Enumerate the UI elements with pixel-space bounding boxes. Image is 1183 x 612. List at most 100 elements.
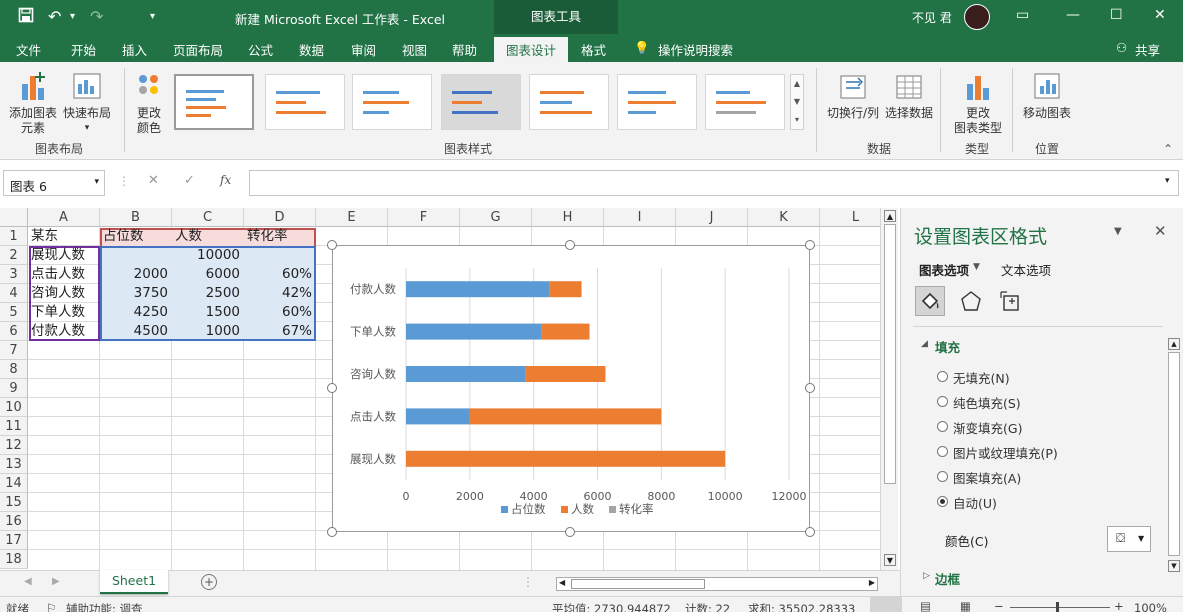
resize-handle-br[interactable]: [805, 527, 815, 537]
tell-me-search[interactable]: 操作说明搜索: [658, 40, 733, 59]
label-picture-fill[interactable]: 图片或纹理填充(P): [953, 443, 1058, 462]
row-header[interactable]: 12: [0, 436, 28, 455]
save-icon[interactable]: [18, 7, 34, 27]
tab-insert[interactable]: 插入: [122, 40, 147, 59]
accessibility-icon[interactable]: ⚐: [46, 601, 56, 612]
cell-d1[interactable]: 转化率: [245, 227, 315, 246]
user-name[interactable]: 不见 君: [912, 9, 952, 26]
cell-a2[interactable]: 展现人数: [29, 246, 99, 265]
scroll-right-icon[interactable]: ▶: [869, 578, 875, 587]
cell-c3[interactable]: 6000: [173, 265, 243, 284]
zoom-slider[interactable]: [1010, 607, 1110, 608]
cell-b6[interactable]: 4500: [101, 322, 171, 341]
col-header[interactable]: A: [28, 208, 100, 227]
chart-style-4[interactable]: [441, 74, 521, 130]
effects-icon[interactable]: [957, 288, 985, 316]
tab-file[interactable]: 文件: [16, 40, 41, 59]
radio-automatic-fill[interactable]: [937, 496, 948, 507]
border-expand-icon[interactable]: ▷: [923, 571, 930, 581]
row-header[interactable]: 18: [0, 550, 28, 569]
chart-style-3[interactable]: [352, 74, 432, 130]
col-header[interactable]: J: [676, 208, 748, 227]
row-header[interactable]: 6: [0, 322, 28, 341]
normal-view-icon[interactable]: [870, 597, 902, 612]
cell-b4[interactable]: 3750: [101, 284, 171, 303]
row-header[interactable]: 8: [0, 360, 28, 379]
zoom-level[interactable]: 100%: [1134, 601, 1167, 612]
radio-pattern-fill[interactable]: [937, 471, 948, 482]
col-header[interactable]: D: [244, 208, 316, 227]
col-header[interactable]: I: [604, 208, 676, 227]
lightbulb-icon[interactable]: 💡: [634, 40, 650, 56]
cell-c5[interactable]: 1500: [173, 303, 243, 322]
row-header[interactable]: 2: [0, 246, 28, 265]
pane-scroll-down-icon[interactable]: ▼: [1168, 560, 1180, 572]
cell-a6[interactable]: 付款人数: [29, 322, 99, 341]
col-header[interactable]: L: [820, 208, 880, 227]
resize-handle-l[interactable]: [327, 383, 337, 393]
pane-options-dropdown-icon[interactable]: ▼: [1114, 226, 1122, 237]
col-header[interactable]: B: [100, 208, 172, 227]
resize-handle-t[interactable]: [565, 240, 575, 250]
row-header[interactable]: 9: [0, 379, 28, 398]
zoom-in-icon[interactable]: +: [1114, 599, 1124, 612]
col-header[interactable]: G: [460, 208, 532, 227]
ribbon-display-icon[interactable]: ▭: [1016, 7, 1029, 23]
bar-chart[interactable]: 0 2000 4000 6000 8000 10000 12000展现人数点击人数咨询人数下…: [333, 246, 809, 531]
horizontal-scrollbar[interactable]: ◀ ▶: [556, 577, 878, 591]
tab-chart-design[interactable]: 图表设计: [494, 37, 569, 62]
collapse-ribbon-icon[interactable]: ⌃: [1163, 142, 1173, 156]
tab-page-layout[interactable]: 页面布局: [173, 40, 223, 59]
tab-view[interactable]: 视图: [402, 40, 427, 59]
radio-no-fill[interactable]: [937, 371, 948, 382]
tab-help[interactable]: 帮助: [452, 40, 477, 59]
cell-a4[interactable]: 咨询人数: [29, 284, 99, 303]
row-header[interactable]: 4: [0, 284, 28, 303]
size-properties-icon[interactable]: [997, 288, 1025, 316]
redo-icon[interactable]: ↷: [90, 7, 103, 26]
radio-picture-fill[interactable]: [937, 446, 948, 457]
row-header[interactable]: 13: [0, 455, 28, 474]
switch-row-col-button[interactable]: 切换行/列: [824, 70, 882, 121]
col-header[interactable]: F: [388, 208, 460, 227]
expand-formula-icon[interactable]: ▾: [1165, 176, 1170, 186]
scroll-up-icon[interactable]: ▲: [884, 210, 896, 222]
cell-a1[interactable]: 某东: [29, 227, 99, 246]
undo-dropdown-icon[interactable]: ▾: [70, 11, 75, 22]
pane-scroll-thumb[interactable]: [1168, 352, 1180, 556]
cell-c6[interactable]: 1000: [173, 322, 243, 341]
quick-layout-button[interactable]: 快速布局 ▾: [62, 70, 112, 136]
chart-style-2[interactable]: [265, 74, 345, 130]
change-colors-button[interactable]: 更改 颜色: [128, 70, 170, 136]
cell-d3[interactable]: 60%: [245, 265, 315, 284]
tab-chart-options[interactable]: 图表选项: [919, 260, 969, 279]
cell-c4[interactable]: 2500: [173, 284, 243, 303]
formula-input[interactable]: [249, 170, 1179, 196]
page-break-view-icon[interactable]: ▦: [960, 599, 971, 612]
cell-b1[interactable]: 占位数: [101, 227, 171, 246]
sheet-tab-sheet1[interactable]: Sheet1: [100, 570, 168, 594]
radio-gradient-fill[interactable]: [937, 421, 948, 432]
undo-icon[interactable]: ↶: [48, 7, 61, 26]
label-pattern-fill[interactable]: 图案填充(A): [953, 468, 1021, 487]
row-header[interactable]: 1: [0, 227, 28, 246]
name-box-dropdown-icon[interactable]: ▾: [94, 177, 99, 187]
add-chart-element-button[interactable]: 添加图表 元素: [6, 70, 60, 136]
cell-d5[interactable]: 60%: [245, 303, 315, 322]
row-header[interactable]: 7: [0, 341, 28, 360]
chart-options-dropdown-icon[interactable]: ▼: [973, 262, 980, 272]
col-header[interactable]: E: [316, 208, 388, 227]
cell-a3[interactable]: 点击人数: [29, 265, 99, 284]
person-icon[interactable]: ⚇: [1116, 40, 1127, 55]
zoom-out-icon[interactable]: −: [994, 599, 1004, 612]
row-header[interactable]: 5: [0, 303, 28, 322]
cell-d4[interactable]: 42%: [245, 284, 315, 303]
customize-toolbar-icon[interactable]: ▾: [150, 11, 155, 22]
tab-data[interactable]: 数据: [299, 40, 324, 59]
label-no-fill[interactable]: 无填充(N): [953, 368, 1010, 387]
pane-scrollbar[interactable]: ▲ ▼: [1166, 336, 1182, 576]
insert-function-icon[interactable]: fx: [220, 173, 231, 187]
fill-line-icon[interactable]: [915, 286, 945, 316]
cell-b5[interactable]: 4250: [101, 303, 171, 322]
gallery-scroll[interactable]: ▲ ▼ ▾: [790, 74, 804, 130]
